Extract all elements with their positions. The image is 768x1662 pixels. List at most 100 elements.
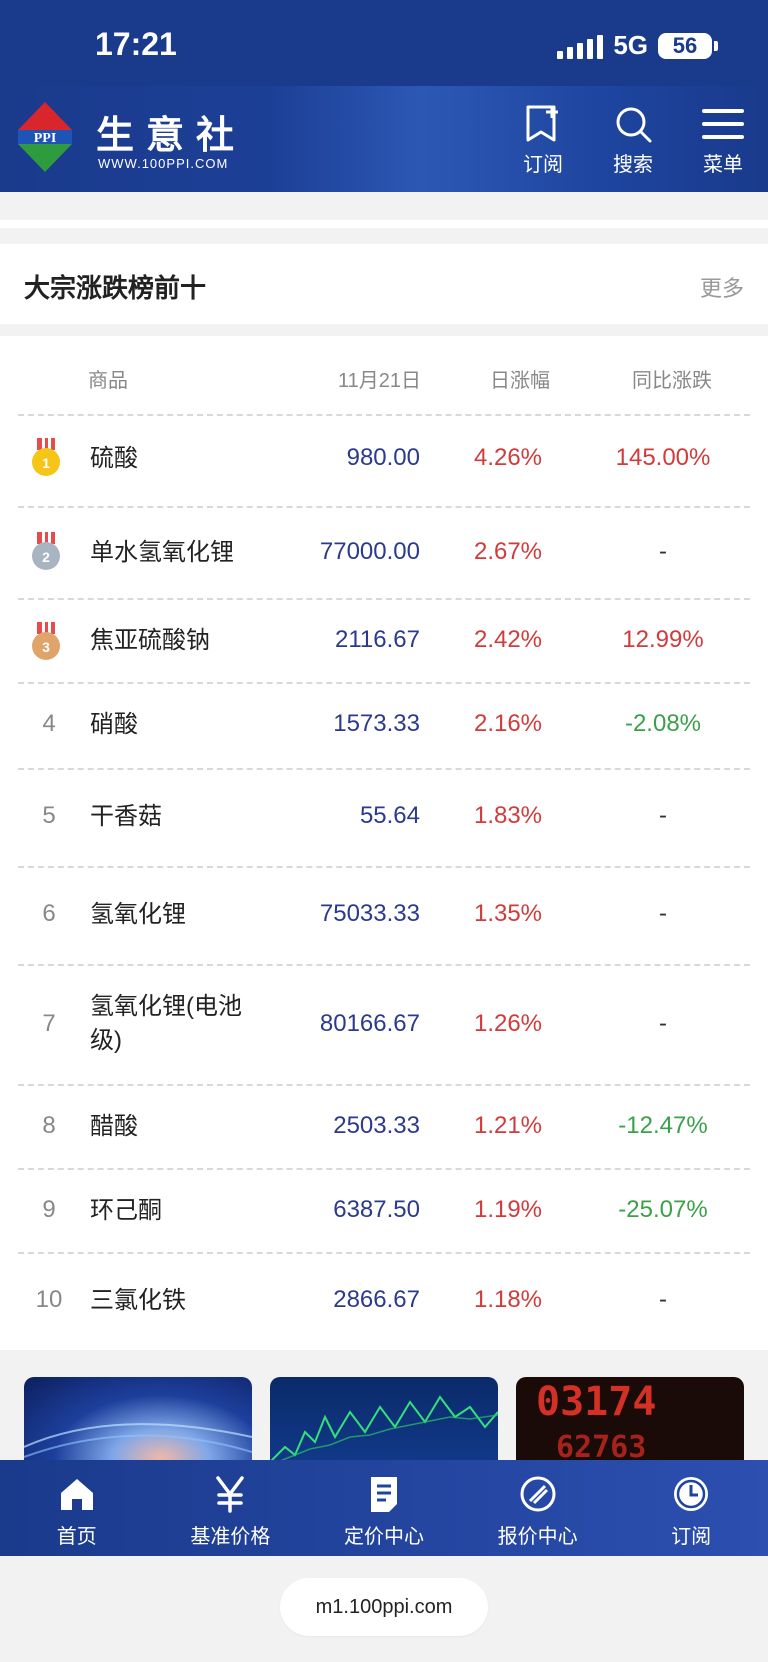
rank-number: 10 xyxy=(35,1286,63,1313)
bottom-nav: 首页 基准价格 定价中心 报价中心 订阅 xyxy=(0,1460,768,1556)
logo-url: WWW.100PPI.COM xyxy=(98,156,229,171)
product-price: 2866.67 xyxy=(333,1286,420,1313)
rank-number: 5 xyxy=(42,802,56,829)
status-time: 17:21 xyxy=(95,26,177,62)
nav-home-label: 首页 xyxy=(56,1526,97,1548)
table-row[interactable]: 2 单水氢氧化锂 77000.00 2.67% - xyxy=(18,506,750,598)
col-product: 商品 xyxy=(88,370,128,392)
rank-number: 6 xyxy=(42,900,56,927)
search-label: 搜索 xyxy=(613,154,653,176)
yoy-change: - xyxy=(659,1286,667,1313)
daily-change: 1.26% xyxy=(473,1010,543,1037)
light-streak-graphic xyxy=(24,1423,252,1458)
section-title: 大宗涨跌榜前十 xyxy=(24,273,207,303)
product-price: 2116.67 xyxy=(335,626,420,653)
more-link[interactable]: 更多 xyxy=(700,271,744,303)
feature-card-image[interactable]: 03174 62763 xyxy=(516,1377,744,1467)
table-row[interactable]: 10 三氯化铁 2866.67 1.18% - xyxy=(18,1252,750,1348)
document-icon xyxy=(370,1477,397,1512)
daily-change: 1.35% xyxy=(473,900,543,927)
gold-medal-icon: 1 xyxy=(32,438,60,476)
yoy-change: - xyxy=(659,900,667,927)
nav-quote-label: 报价中心 xyxy=(497,1526,578,1548)
feature-card-image[interactable] xyxy=(270,1377,498,1467)
table-row[interactable]: 7 氢氧化锂(电池级) 80166.67 1.26% - xyxy=(18,964,750,1084)
table-header: 商品 11月21日 日涨幅 同比涨跌 xyxy=(0,336,768,414)
nav-subscribe[interactable]: 订阅 xyxy=(614,1460,768,1556)
section-header: 大宗涨跌榜前十 更多 xyxy=(0,244,768,324)
network-label: 5G xyxy=(613,30,648,60)
col-daily-change: 日涨幅 xyxy=(490,370,550,392)
product-price: 980.00 xyxy=(346,444,420,471)
url-field[interactable]: m1.100ppi.com xyxy=(280,1578,488,1636)
home-icon xyxy=(60,1479,93,1510)
rank-number: 8 xyxy=(42,1112,56,1139)
table-row[interactable]: 1 硫酸 980.00 4.26% 145.00% xyxy=(18,414,750,506)
card-edge xyxy=(0,220,768,228)
table-row[interactable]: 6 氢氧化锂 75033.33 1.35% - xyxy=(18,866,750,964)
table-row[interactable]: 5 干香菇 55.64 1.83% - xyxy=(18,768,750,866)
menu-label: 菜单 xyxy=(703,154,743,176)
nav-home[interactable]: 首页 xyxy=(0,1460,154,1556)
svg-text:PPI: PPI xyxy=(34,131,57,146)
product-name: 三氯化铁 xyxy=(90,1287,186,1314)
status-bar: 17:21 5G 56 xyxy=(0,0,768,86)
yoy-change: - xyxy=(659,1010,667,1037)
subscribe-button[interactable]: 订阅 xyxy=(513,104,573,177)
led-ticker-graphic: 03174 62763 xyxy=(536,1379,656,1465)
search-button[interactable]: 搜索 xyxy=(603,104,663,177)
svg-text:03174: 03174 xyxy=(536,1379,656,1425)
bronze-medal-icon: 3 xyxy=(32,622,60,660)
table-row[interactable]: 4 硝酸 1573.33 2.16% -2.08% xyxy=(18,682,750,768)
feature-cards: 03174 62763 xyxy=(0,1350,768,1467)
daily-change: 1.19% xyxy=(473,1196,543,1223)
table-row[interactable]: 3 焦亚硫酸钠 2116.67 2.42% 12.99% xyxy=(18,598,750,682)
daily-change: 4.26% xyxy=(473,444,543,471)
rank-number: 7 xyxy=(42,1010,56,1037)
battery-icon: 56 xyxy=(658,32,718,59)
svg-text:1: 1 xyxy=(42,455,50,471)
product-price: 80166.67 xyxy=(319,1010,420,1037)
stock-chart-graphic xyxy=(270,1395,498,1466)
product-price: 77000.00 xyxy=(319,538,420,565)
product-price: 2503.33 xyxy=(333,1112,420,1139)
silver-medal-icon: 2 xyxy=(32,532,60,570)
daily-change: 2.42% xyxy=(473,626,543,653)
ppi-logo-icon: PPI xyxy=(18,102,72,172)
menu-button[interactable]: 菜单 xyxy=(693,104,753,177)
product-name: 环己酮 xyxy=(90,1197,162,1224)
feature-card-image[interactable] xyxy=(24,1377,252,1467)
nav-pricing-center[interactable]: 定价中心 xyxy=(307,1460,461,1556)
daily-change: 2.67% xyxy=(473,538,543,565)
nav-benchmark-price[interactable]: 基准价格 xyxy=(154,1460,308,1556)
nav-subscribe-label: 订阅 xyxy=(671,1526,712,1548)
product-name: 醋酸 xyxy=(90,1113,138,1140)
table-row[interactable]: 8 醋酸 2503.33 1.21% -12.47% xyxy=(18,1084,750,1168)
spacer xyxy=(0,192,768,220)
signal-icon xyxy=(557,33,604,59)
yoy-change: 12.99% xyxy=(622,626,704,653)
browser-bar: m1.100ppi.com xyxy=(0,1556,768,1662)
search-icon xyxy=(616,107,652,143)
product-price: 1573.33 xyxy=(333,710,420,737)
product-name: 氢氧化锂 xyxy=(90,901,186,928)
daily-change: 1.83% xyxy=(473,802,543,829)
product-name: 干香菇 xyxy=(90,803,162,830)
yoy-change: -25.07% xyxy=(618,1196,708,1223)
product-name: 氢氧化锂(电池级) xyxy=(90,993,242,1054)
col-date: 11月21日 xyxy=(338,370,422,392)
product-name: 硝酸 xyxy=(90,711,138,738)
status-indicators: 5G 56 xyxy=(557,30,718,61)
table-row[interactable]: 9 环己酮 6387.50 1.19% -25.07% xyxy=(18,1168,750,1252)
product-name: 焦亚硫酸钠 xyxy=(90,627,210,654)
daily-change: 1.18% xyxy=(473,1286,543,1313)
svg-text:2: 2 xyxy=(42,549,50,565)
subscribe-label: 订阅 xyxy=(523,154,563,176)
daily-change: 2.16% xyxy=(473,710,543,737)
svg-text:3: 3 xyxy=(42,639,50,655)
product-name: 硫酸 xyxy=(90,445,138,472)
app-header: PPI 生意社 WWW.100PPI.COM 订阅 搜索 菜单 xyxy=(0,86,768,192)
nav-quote-center[interactable]: 报价中心 xyxy=(461,1460,615,1556)
ranking-table: 商品 11月21日 日涨幅 同比涨跌 1 硫酸 980.00 4.26% 145… xyxy=(0,336,768,1350)
quote-icon xyxy=(520,1476,556,1512)
